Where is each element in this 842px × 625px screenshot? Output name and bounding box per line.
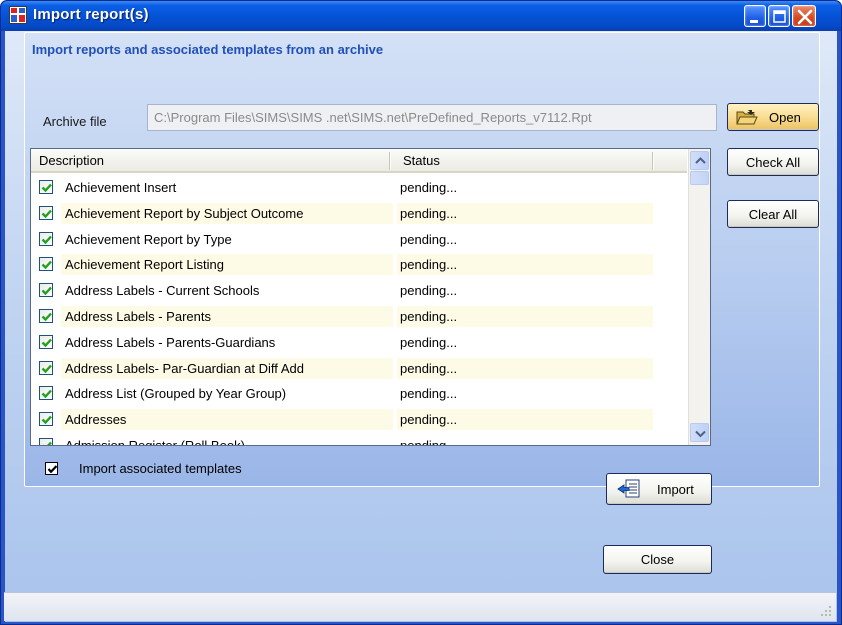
- list-item[interactable]: Achievement Insert pending...: [31, 175, 687, 201]
- maximize-icon: [773, 10, 786, 23]
- row-description: Addresses: [61, 409, 393, 431]
- minimize-icon: [750, 20, 758, 23]
- column-header-description[interactable]: Description: [39, 153, 104, 168]
- app-icon: [9, 6, 27, 24]
- check-icon: [41, 286, 52, 296]
- row-checkbox[interactable]: [39, 334, 53, 349]
- column-divider[interactable]: [652, 152, 654, 170]
- archive-file-field[interactable]: C:\Program Files\SIMS\SIMS .net\SIMS.net…: [147, 104, 717, 131]
- row-description: Admission Register (Roll Book): [61, 435, 393, 445]
- check-all-button[interactable]: Check All: [727, 148, 819, 176]
- row-description: Achievement Insert: [65, 180, 177, 195]
- list-item[interactable]: Address List (Grouped by Year Group) pen…: [31, 381, 687, 407]
- row-status: pending...: [397, 305, 653, 327]
- vertical-scrollbar[interactable]: [688, 149, 710, 445]
- check-icon: [41, 261, 52, 270]
- row-checkbox[interactable]: [39, 283, 53, 298]
- status-bar: [4, 592, 836, 621]
- check-icon: [42, 441, 52, 445]
- import-templates-label[interactable]: Import associated templates: [79, 461, 242, 476]
- list-item[interactable]: Address Labels- Par-Guardian at Diff Add…: [31, 356, 687, 382]
- row-description: Achievement Report by Type: [65, 231, 232, 247]
- scroll-down-button[interactable]: [690, 423, 709, 442]
- list-item[interactable]: Achievement Report by Subject Outcome pe…: [31, 201, 687, 227]
- row-checkbox[interactable]: [39, 386, 53, 401]
- list-item[interactable]: Address Labels - Current Schools pending…: [31, 278, 687, 304]
- check-icon: [41, 209, 52, 219]
- open-folder-icon: [736, 110, 758, 125]
- list-header: Description Status: [31, 149, 687, 173]
- check-icon: [41, 338, 52, 348]
- row-checkbox[interactable]: [39, 231, 53, 246]
- import-button[interactable]: Import: [606, 473, 712, 505]
- window-title: Import report(s): [33, 6, 149, 23]
- chevron-down-icon: [695, 430, 706, 438]
- row-status: pending...: [400, 386, 458, 402]
- chevron-up-icon: [695, 157, 706, 164]
- row-description: Address List (Grouped by Year Group): [65, 386, 287, 402]
- import-templates-checkbox[interactable]: [45, 462, 58, 475]
- row-description: Achievement Report Listing: [61, 254, 393, 276]
- row-status: pending...: [397, 202, 653, 224]
- row-description: Address Labels - Current Schools: [65, 283, 260, 299]
- row-status: pending...: [400, 283, 458, 299]
- panel-heading: Import reports and associated templates …: [32, 42, 384, 57]
- import-button-label: Import: [657, 482, 694, 497]
- list-item[interactable]: Addresses pending...: [31, 407, 687, 433]
- row-checkbox[interactable]: [39, 360, 53, 375]
- row-status: pending...: [397, 435, 653, 445]
- check-icon: [41, 390, 52, 399]
- minimize-button[interactable]: [744, 5, 766, 27]
- row-checkbox[interactable]: [39, 308, 53, 323]
- import-icon: [617, 479, 640, 498]
- reports-list[interactable]: Description Status Achievement Insert pe…: [30, 148, 711, 446]
- row-status: pending...: [397, 409, 653, 431]
- archive-file-label: Archive file: [43, 114, 107, 129]
- title-bar[interactable]: Import report(s): [1, 1, 841, 31]
- clear-all-button[interactable]: Clear All: [727, 200, 819, 228]
- row-checkbox[interactable]: [39, 437, 53, 445]
- column-divider[interactable]: [389, 152, 391, 170]
- row-description: Achievement Report by Subject Outcome: [61, 202, 393, 224]
- row-status: pending...: [400, 180, 458, 195]
- row-checkbox[interactable]: [39, 180, 53, 194]
- column-header-status[interactable]: Status: [403, 153, 440, 168]
- check-icon: [41, 235, 52, 244]
- list-item[interactable]: Address Labels - Parents pending...: [31, 304, 687, 330]
- scroll-thumb[interactable]: [690, 171, 709, 185]
- close-window-button[interactable]: [792, 5, 816, 27]
- row-description: Address Labels - Parents-Guardians: [65, 334, 276, 350]
- list-rows: Achievement Insert pending... Achievemen…: [31, 175, 687, 445]
- check-icon: [41, 415, 52, 425]
- close-button[interactable]: Close: [603, 545, 712, 574]
- list-item[interactable]: Address Labels - Parents-Guardians pendi…: [31, 330, 687, 356]
- row-description: Address Labels - Parents: [61, 305, 393, 327]
- row-status: pending...: [400, 231, 458, 247]
- row-checkbox[interactable]: [39, 412, 53, 427]
- row-description: Address Labels- Par-Guardian at Diff Add: [61, 357, 393, 379]
- open-button-label: Open: [769, 110, 801, 125]
- check-icon: [47, 465, 58, 474]
- row-checkbox[interactable]: [39, 257, 53, 272]
- row-status: pending...: [397, 357, 653, 379]
- resize-grip-icon[interactable]: [820, 605, 832, 617]
- row-checkbox[interactable]: [39, 205, 53, 220]
- check-icon: [41, 183, 52, 193]
- check-icon: [41, 364, 52, 373]
- list-item[interactable]: Achievement Report Listing pending...: [31, 252, 687, 278]
- scroll-up-button[interactable]: [690, 151, 709, 170]
- close-icon: [797, 9, 813, 25]
- row-status: pending...: [400, 334, 458, 350]
- check-icon: [41, 312, 52, 322]
- list-item[interactable]: Achievement Report by Type pending...: [31, 227, 687, 253]
- row-status: pending...: [397, 254, 653, 276]
- open-button[interactable]: Open: [727, 103, 819, 131]
- maximize-button[interactable]: [768, 5, 790, 27]
- list-item[interactable]: Admission Register (Roll Book) pending..…: [31, 433, 687, 445]
